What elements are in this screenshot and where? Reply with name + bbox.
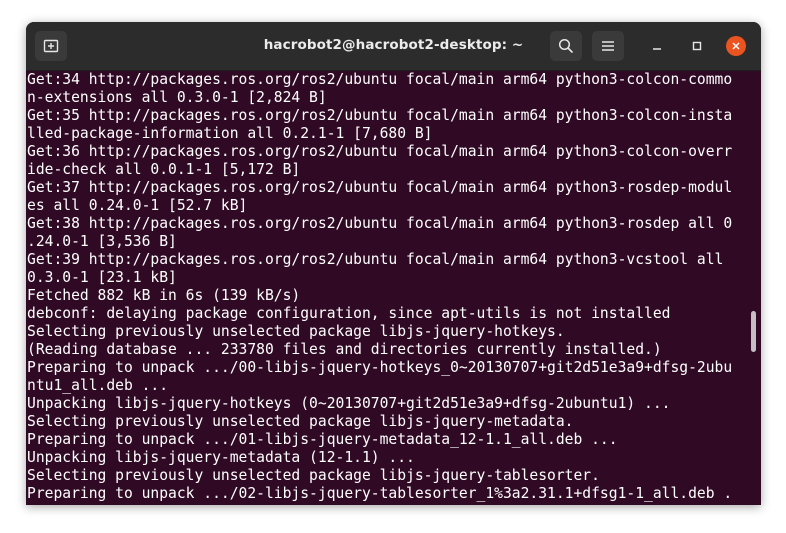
terminal-line: Unpacking libjs-jquery-hotkeys (0~201307…	[27, 395, 671, 412]
search-button[interactable]	[550, 31, 582, 61]
close-button[interactable]	[726, 36, 746, 56]
terminal-output[interactable]: Get:34 http://packages.ros.org/ros2/ubun…	[26, 71, 761, 505]
terminal-line: n-extensions all 0.3.0-1 [2,824 B]	[27, 89, 327, 106]
menu-button[interactable]	[592, 31, 624, 61]
terminal-line: Preparing to unpack .../00-libjs-jquery-…	[27, 359, 733, 376]
terminal-line: Selecting previously unselected package …	[27, 467, 600, 484]
hamburger-menu-icon	[602, 41, 614, 51]
terminal-line: .24.0-1 [3,536 B]	[27, 233, 177, 250]
terminal-line: Get:34 http://packages.ros.org/ros2/ubun…	[27, 71, 733, 88]
terminal-line: Get:36 http://packages.ros.org/ros2/ubun…	[27, 143, 733, 160]
terminal-line: Preparing to unpack .../01-libjs-jquery-…	[27, 431, 618, 448]
maximize-icon	[692, 41, 702, 51]
scrollbar-thumb[interactable]	[751, 311, 756, 352]
terminal-line: Get:39 http://packages.ros.org/ros2/ubun…	[27, 251, 724, 268]
terminal-line: debconf: delaying package configuration,…	[27, 305, 671, 322]
close-icon	[732, 42, 740, 50]
terminal-line: 0.3.0-1 [23.1 kB]	[27, 269, 177, 286]
terminal-window: hacrobot2@hacrobot2-desktop: ~ Get:34 ht…	[26, 22, 761, 505]
terminal-line: Preparing to unpack .../02-libjs-jquery-…	[27, 485, 733, 502]
terminal-line: lled-package-information all 0.2.1-1 [7,…	[27, 125, 433, 142]
terminal-line: ide-check all 0.0.1-1 [5,172 B]	[27, 161, 301, 178]
maximize-button[interactable]	[687, 36, 707, 56]
terminal-line: es all 0.24.0-1 [52.7 kB]	[27, 197, 248, 214]
terminal-line: Selecting previously unselected package …	[27, 323, 565, 340]
search-icon	[558, 38, 573, 53]
minimize-icon	[653, 48, 661, 50]
terminal-line: Get:38 http://packages.ros.org/ros2/ubun…	[27, 215, 733, 232]
terminal-line: Unpacking libjs-jquery-metadata (12-1.1)…	[27, 449, 415, 466]
terminal-line: (Reading database ... 233780 files and d…	[27, 341, 662, 358]
title-bar[interactable]: hacrobot2@hacrobot2-desktop: ~	[26, 22, 761, 71]
terminal-line: Selecting previously unselected package …	[27, 413, 574, 430]
terminal-line: Fetched 882 kB in 6s (139 kB/s)	[27, 287, 301, 304]
minimize-button[interactable]	[647, 36, 667, 56]
terminal-line: ntu1_all.deb ...	[27, 377, 169, 394]
terminal-line: Get:37 http://packages.ros.org/ros2/ubun…	[27, 179, 733, 196]
terminal-line: Get:35 http://packages.ros.org/ros2/ubun…	[27, 107, 733, 124]
